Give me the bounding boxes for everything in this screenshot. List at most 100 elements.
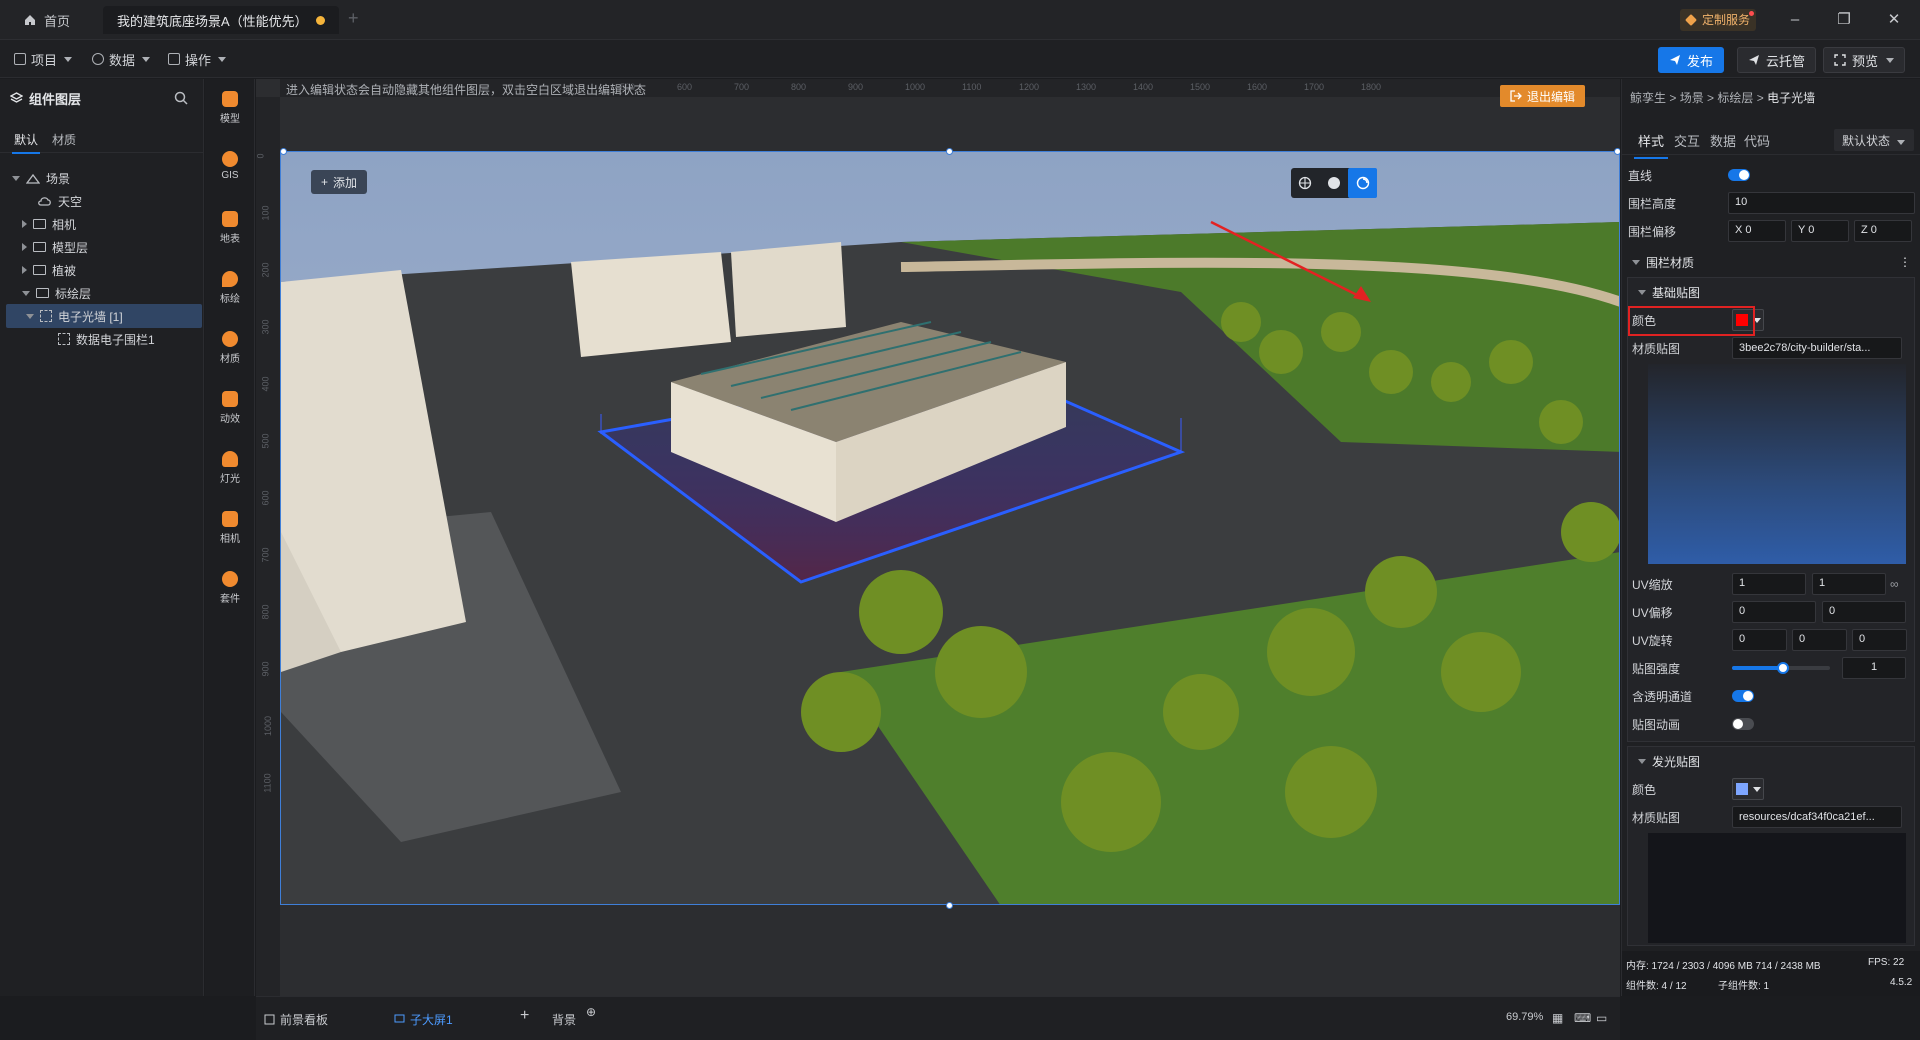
uv-rotate-y-input[interactable]: 0 — [1792, 629, 1847, 651]
tab-document[interactable]: 我的建筑底座场景A（性能优先） — [103, 6, 339, 34]
uv-offset-y-input[interactable]: 0 — [1822, 601, 1906, 623]
menu-operation[interactable]: 操作 — [168, 48, 227, 70]
resize-handle[interactable] — [1614, 148, 1620, 155]
child-component-count: 子组件数: 1 — [1718, 981, 1770, 992]
rail-kit[interactable]: 套件 — [205, 571, 255, 605]
tree-item-plot-layer[interactable]: 标绘层 — [6, 281, 202, 305]
tab-background[interactable]: 背景 — [552, 1011, 576, 1028]
rail-gis[interactable]: GIS — [205, 151, 255, 181]
rail-plot[interactable]: 标绘 — [205, 271, 255, 305]
uv-offset-x-input[interactable]: 0 — [1732, 601, 1816, 623]
tab-sub-screen[interactable]: 子大屏1 — [394, 1011, 453, 1028]
restore-icon[interactable]: ❐ — [1832, 8, 1856, 32]
layers-panel-title: 组件图层 — [10, 89, 81, 108]
menu-project[interactable]: 项目 — [14, 48, 73, 70]
fit-screen-icon[interactable]: ▦ — [1552, 1011, 1563, 1025]
console-icon[interactable]: ▭ — [1596, 1011, 1607, 1025]
search-icon[interactable] — [174, 91, 188, 105]
tab-material[interactable]: 材质 — [52, 131, 76, 148]
tree-item-fence[interactable]: 数据电子围栏1 — [6, 327, 202, 351]
ruler-tick-label: 900 — [260, 661, 271, 677]
chevron-down-icon — [142, 56, 151, 62]
breadcrumb-item[interactable]: 场景 — [1680, 91, 1704, 105]
section-emissive-map[interactable]: 发光贴图 — [1628, 747, 1914, 775]
tab-code[interactable]: 代码 — [1744, 131, 1770, 150]
intensity-input[interactable]: 1 — [1842, 657, 1906, 679]
fence-height-input[interactable]: 10 — [1728, 192, 1915, 214]
tree-item-vegetation[interactable]: 植被 — [6, 258, 202, 282]
3d-scene-viewport[interactable]: + 添加 — [280, 151, 1620, 905]
tab-style[interactable]: 样式 — [1633, 131, 1669, 159]
offset-z-input[interactable]: Z 0 — [1854, 220, 1912, 242]
diamond-icon — [1685, 14, 1697, 26]
cloud-hosting-button[interactable]: 云托管 — [1737, 47, 1817, 73]
rail-effects[interactable]: 动效 — [205, 391, 255, 425]
section-fence-material[interactable]: 围栏材质 ⋮ — [1622, 248, 1920, 276]
tree-item-light-wall[interactable]: 电子光墙 [1] — [6, 304, 202, 328]
add-screen-button[interactable]: + — [520, 1007, 529, 1025]
breadcrumb-item[interactable]: 标绘层 — [1717, 91, 1753, 105]
tree-item-sky[interactable]: 天空 — [6, 189, 202, 213]
view-solid-button[interactable] — [1320, 168, 1349, 198]
rail-material[interactable]: 材质 — [205, 331, 255, 365]
state-select[interactable]: 默认状态 — [1834, 129, 1914, 151]
base-texture-select[interactable]: 3bee2c78/city-builder/sta... — [1732, 337, 1902, 359]
breadcrumb-item[interactable]: 鲸孪生 — [1630, 91, 1666, 105]
tab-interaction[interactable]: 交互 — [1674, 131, 1700, 150]
more-icon[interactable]: ⋮ — [1899, 255, 1911, 269]
tab-data[interactable]: 数据 — [1710, 131, 1736, 150]
offset-y-input[interactable]: Y 0 — [1791, 220, 1849, 242]
tab-default[interactable]: 默认 — [11, 131, 41, 154]
close-icon[interactable]: ✕ — [1882, 8, 1906, 32]
uv-rotate-z-input[interactable]: 0 — [1852, 629, 1907, 651]
uv-scale-y-input[interactable]: 1 — [1812, 573, 1886, 595]
exit-icon — [1510, 90, 1522, 102]
alpha-switch[interactable] — [1732, 690, 1754, 702]
texture-anim-label: 贴图动画 — [1632, 717, 1681, 732]
uv-scale-x-input[interactable]: 1 — [1732, 573, 1806, 595]
view-globe-button[interactable] — [1291, 168, 1320, 198]
model-icon — [222, 91, 238, 107]
scene-icon — [26, 173, 40, 184]
rail-terrain[interactable]: 地表 — [205, 211, 255, 245]
lightbulb-icon — [222, 451, 238, 467]
rail-model[interactable]: 模型 — [205, 91, 255, 125]
terrain-icon — [222, 211, 238, 227]
slider-thumb[interactable] — [1777, 662, 1789, 674]
resize-handle[interactable] — [280, 148, 287, 155]
new-tab-button[interactable]: + — [348, 8, 359, 29]
tree-item-camera[interactable]: 相机 — [6, 212, 202, 236]
keyboard-icon[interactable]: ⌨ — [1574, 1011, 1591, 1025]
menu-data[interactable]: 数据 — [92, 48, 151, 70]
ruler-vertical: 0 100 200 300 400 500 600 700 800 900 1000 1100 — [256, 97, 280, 996]
preview-button[interactable]: 预览 — [1823, 47, 1906, 73]
zoom-level[interactable]: 69.79% — [1506, 1011, 1543, 1023]
tab-home[interactable]: 首页 — [10, 6, 84, 34]
publish-button[interactable]: 发布 — [1658, 47, 1725, 73]
offset-x-input[interactable]: X 0 — [1728, 220, 1786, 242]
ruler-tick-label: 1400 — [1133, 82, 1154, 92]
intensity-slider[interactable] — [1732, 662, 1830, 674]
rail-light[interactable]: 灯光 — [205, 451, 255, 485]
add-background-icon[interactable]: ⊕ — [586, 1005, 596, 1019]
view-rotate-button[interactable] — [1348, 168, 1378, 198]
canvas-area[interactable]: 500 600 700 800 900 1000 1100 1200 1300 1400 1500 1… — [256, 79, 1620, 996]
tab-foreground-board[interactable]: 前景看板 — [264, 1011, 328, 1028]
rail-camera[interactable]: 相机 — [205, 511, 255, 545]
add-button[interactable]: + 添加 — [311, 170, 368, 194]
tree-item-scene[interactable]: 场景 — [6, 166, 202, 190]
straight-line-switch[interactable] — [1728, 169, 1750, 181]
minimize-icon[interactable]: – — [1783, 8, 1807, 32]
resize-handle[interactable] — [946, 902, 953, 909]
emissive-texture-select[interactable]: resources/dcaf34f0ca21ef... — [1732, 806, 1902, 828]
texture-anim-switch[interactable] — [1732, 718, 1754, 730]
section-base-map[interactable]: 基础贴图 — [1628, 278, 1914, 306]
link-icon[interactable]: ∞ — [1890, 577, 1899, 591]
exit-edit-button[interactable]: 退出编辑 — [1500, 85, 1586, 107]
tree-item-model-layer[interactable]: 模型层 — [6, 235, 202, 259]
resize-handle[interactable] — [946, 148, 953, 155]
emissive-color-picker[interactable] — [1732, 778, 1764, 800]
rail-label: 套件 — [220, 594, 240, 605]
uv-rotate-x-input[interactable]: 0 — [1732, 629, 1787, 651]
custom-service-button[interactable]: 定制服务 — [1680, 9, 1757, 31]
